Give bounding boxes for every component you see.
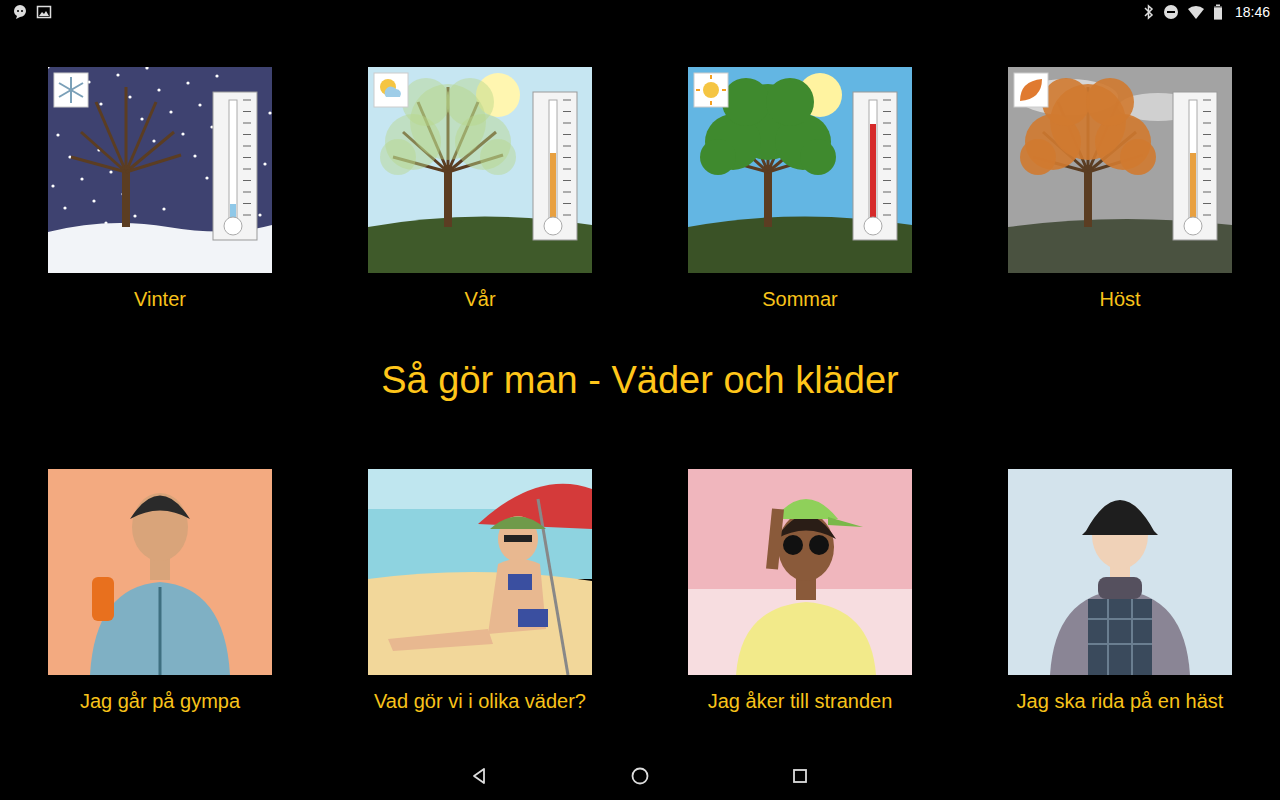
status-bar: 18:46 [0, 0, 1280, 24]
gym-picture[interactable] [48, 469, 272, 675]
battery-fill [1214, 8, 1222, 20]
home-icon[interactable] [630, 766, 650, 786]
navigation-bar [0, 752, 1280, 800]
clock: 18:46 [1235, 2, 1270, 23]
hangouts-icon [12, 4, 28, 20]
tile-label[interactable]: Jag åker till stranden [702, 689, 899, 713]
tile-label[interactable]: Vinter [128, 287, 192, 311]
menu-tile[interactable]: Sommar [640, 67, 960, 311]
menu-tile[interactable]: Jag går på gympa [0, 469, 320, 713]
bluetooth-icon [1143, 4, 1155, 20]
page-title: Så gör man - Väder och kläder [0, 357, 1280, 403]
menu-tile[interactable]: Vinter [0, 67, 320, 311]
tile-picture[interactable] [368, 67, 592, 273]
tile-picture[interactable] [368, 469, 592, 675]
winter-picture[interactable] [48, 67, 272, 273]
summer-picture[interactable] [688, 67, 912, 273]
back-icon[interactable] [470, 766, 490, 786]
tile-picture[interactable] [688, 67, 912, 273]
spring-picture[interactable] [368, 67, 592, 273]
tile-label[interactable]: Vår [458, 287, 501, 311]
notification-icons [12, 4, 52, 20]
thermometer-fill [1190, 153, 1196, 218]
wifi-icon [1187, 4, 1205, 20]
recents-button[interactable] [770, 752, 830, 800]
system-icons: 18:46 [1143, 2, 1270, 23]
tile-label[interactable]: Jag ska rida på en häst [1011, 689, 1230, 713]
thermometer-fill [870, 124, 876, 218]
tile-label[interactable]: Jag går på gympa [74, 689, 246, 713]
tile-picture[interactable] [1008, 67, 1232, 273]
menu-tile[interactable]: Vad gör vi i olika väder? [320, 469, 640, 713]
menu-tile[interactable]: Jag ska rida på en häst [960, 469, 1280, 713]
image-icon [36, 4, 52, 20]
tile-picture[interactable] [48, 469, 272, 675]
tile-label[interactable]: Höst [1093, 287, 1146, 311]
tile-label[interactable]: Sommar [756, 287, 844, 311]
do-not-disturb-icon [1163, 4, 1179, 20]
back-button[interactable] [450, 752, 510, 800]
tile-picture[interactable] [1008, 469, 1232, 675]
home-button[interactable] [610, 752, 670, 800]
autumn-picture[interactable] [1008, 67, 1232, 273]
battery-icon [1213, 4, 1223, 20]
menu-tile[interactable]: Vår [320, 67, 640, 311]
menu-tile[interactable]: Jag åker till stranden [640, 469, 960, 713]
weather-picture[interactable] [368, 469, 592, 675]
tile-label[interactable]: Vad gör vi i olika väder? [368, 689, 592, 713]
seasons-grid: Vinter Vår Sommar Höst [0, 67, 1280, 311]
thermometer-fill [550, 153, 556, 218]
thermometer-fill [230, 204, 236, 218]
activities-grid: Jag går på gympa Vad gör vi i olika väder… [0, 469, 1280, 713]
tile-picture[interactable] [48, 67, 272, 273]
recents-icon[interactable] [790, 766, 810, 786]
riding-picture[interactable] [1008, 469, 1232, 675]
menu-tile[interactable]: Höst [960, 67, 1280, 311]
beach-picture[interactable] [688, 469, 912, 675]
tile-picture[interactable] [688, 469, 912, 675]
